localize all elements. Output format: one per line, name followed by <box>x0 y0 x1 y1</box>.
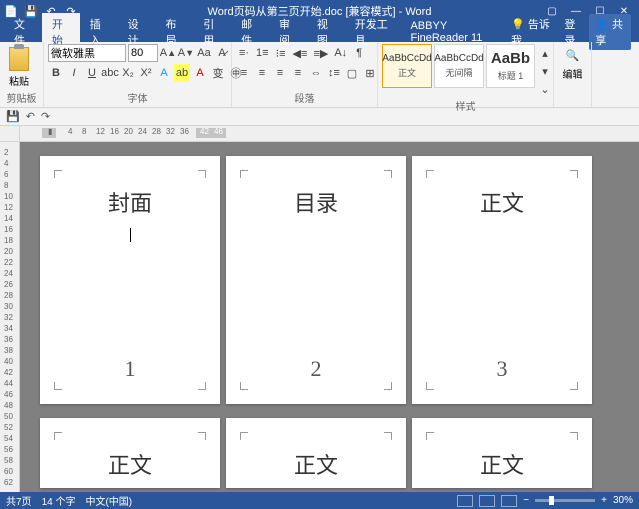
superscript-icon[interactable]: X² <box>138 64 154 82</box>
styles-down-icon[interactable]: ▾ <box>537 62 553 80</box>
save-icon-2[interactable]: 💾 <box>6 110 20 123</box>
grow-font-icon[interactable]: A▲ <box>160 44 176 62</box>
ruler: ▮ 4 8 12 16 20 24 28 32 36 42 46 <box>0 126 639 142</box>
phonetic-icon[interactable]: 变 <box>210 64 226 82</box>
redo-icon-2[interactable]: ↷ <box>41 110 50 123</box>
font-color-icon[interactable]: A <box>192 64 208 82</box>
share-button[interactable]: 👤 共享 <box>589 14 631 50</box>
bullets-icon[interactable]: ≡· <box>236 44 252 62</box>
page-number: 2 <box>311 356 322 382</box>
page-title: 目录 <box>294 186 338 218</box>
group-styles-label: 样式 <box>382 98 549 115</box>
font-name-select[interactable] <box>48 44 126 62</box>
page-title: 正文 <box>480 186 524 218</box>
statusbar: 共7页 14 个字 中文(中国) − + 30% <box>0 492 639 509</box>
view-read-icon[interactable] <box>457 495 473 507</box>
strike-icon[interactable]: abc <box>102 64 118 82</box>
pages-area[interactable]: 封面 1 目录 2 正文 3 正文 正文 正文 <box>20 142 639 492</box>
page-number: 1 <box>125 356 136 382</box>
page-3[interactable]: 正文 3 <box>412 156 592 404</box>
align-left-icon[interactable]: ≡ <box>236 64 252 82</box>
page-2[interactable]: 目录 2 <box>226 156 406 404</box>
multilevel-icon[interactable]: ⁝≡ <box>273 44 289 62</box>
find-icon[interactable]: 🔍 <box>564 46 582 64</box>
numbering-icon[interactable]: 1≡ <box>254 44 271 62</box>
status-words[interactable]: 14 个字 <box>42 493 76 508</box>
ruler-horizontal[interactable]: ▮ 4 8 12 16 20 24 28 32 36 42 46 <box>20 126 639 141</box>
shrink-font-icon[interactable]: A▼ <box>178 44 194 62</box>
view-web-icon[interactable] <box>501 495 517 507</box>
ruler-vertical[interactable]: 2468101214161820222426283032343638404244… <box>0 142 20 492</box>
italic-button[interactable]: I <box>66 64 82 82</box>
status-pages[interactable]: 共7页 <box>6 493 32 508</box>
styles-more-icon[interactable]: ⌄ <box>537 80 553 98</box>
align-center-icon[interactable]: ≡ <box>254 64 270 82</box>
zoom-slider[interactable] <box>535 499 595 502</box>
subscript-icon[interactable]: X₂ <box>120 64 136 82</box>
bold-button[interactable]: B <box>48 64 64 82</box>
group-font-label: 字体 <box>48 90 227 107</box>
style-heading1[interactable]: AaBb 标题 1 <box>486 44 535 88</box>
style-normal[interactable]: AaBbCcDd 正文 <box>382 44 432 88</box>
zoom-out-icon[interactable]: − <box>523 495 529 506</box>
show-marks-icon[interactable]: ¶ <box>351 44 367 62</box>
change-case-icon[interactable]: Aa <box>196 44 212 62</box>
undo-icon-2[interactable]: ↶ <box>26 110 35 123</box>
page-title: 封面 <box>108 186 152 218</box>
page-title: 正文 <box>480 448 524 480</box>
page-title: 正文 <box>108 448 152 480</box>
clipboard-icon <box>9 47 29 71</box>
view-print-icon[interactable] <box>479 495 495 507</box>
borders-icon[interactable]: ⊞ <box>362 64 378 82</box>
style-no-spacing[interactable]: AaBbCcDd 无间隔 <box>434 44 484 88</box>
group-clipboard-label: 剪贴板 <box>4 90 39 107</box>
page-number: 3 <box>497 356 508 382</box>
page-title: 正文 <box>294 448 338 480</box>
text-effects-icon[interactable]: A <box>156 64 172 82</box>
indent-dec-icon[interactable]: ◀≡ <box>291 44 310 62</box>
indent-inc-icon[interactable]: ≡▶ <box>311 44 330 62</box>
align-right-icon[interactable]: ≡ <box>272 64 288 82</box>
group-paragraph-label: 段落 <box>236 90 373 107</box>
text-cursor <box>130 228 131 242</box>
zoom-in-icon[interactable]: + <box>601 495 607 506</box>
styles-up-icon[interactable]: ▴ <box>537 44 553 62</box>
highlight-icon[interactable]: ab <box>174 64 190 82</box>
ribbon-tabs: 文件 开始 插入 设计 布局 引用 邮件 审阅 视图 开发工具 ABBYY Fi… <box>0 22 639 42</box>
zoom-level[interactable]: 30% <box>613 495 633 506</box>
page-4[interactable]: 正文 <box>40 418 220 488</box>
page-1[interactable]: 封面 1 <box>40 156 220 404</box>
status-lang[interactable]: 中文(中国) <box>85 493 132 508</box>
paste-button[interactable]: 粘贴 <box>4 44 34 90</box>
line-spacing-icon[interactable]: ↕≡ <box>326 64 342 82</box>
underline-button[interactable]: U <box>84 64 100 82</box>
page-5[interactable]: 正文 <box>226 418 406 488</box>
document-title: Word页码从第三页开始.doc [兼容模式] - Word <box>208 3 432 19</box>
font-size-select[interactable] <box>128 44 158 62</box>
clear-format-icon[interactable]: A̷ <box>214 44 230 62</box>
distribute-icon[interactable]: ⇔ <box>308 64 324 82</box>
sort-icon[interactable]: A↓ <box>332 44 349 62</box>
ribbon: 粘贴 剪贴板 A▲ A▼ Aa A̷ B I U abc X₂ X² A ab … <box>0 42 639 108</box>
align-justify-icon[interactable]: ≡ <box>290 64 306 82</box>
shading-icon[interactable]: ▢ <box>344 64 360 82</box>
group-editing-label: 编辑 <box>563 66 583 81</box>
workspace: 2468101214161820222426283032343638404244… <box>0 142 639 492</box>
page-6[interactable]: 正文 <box>412 418 592 488</box>
